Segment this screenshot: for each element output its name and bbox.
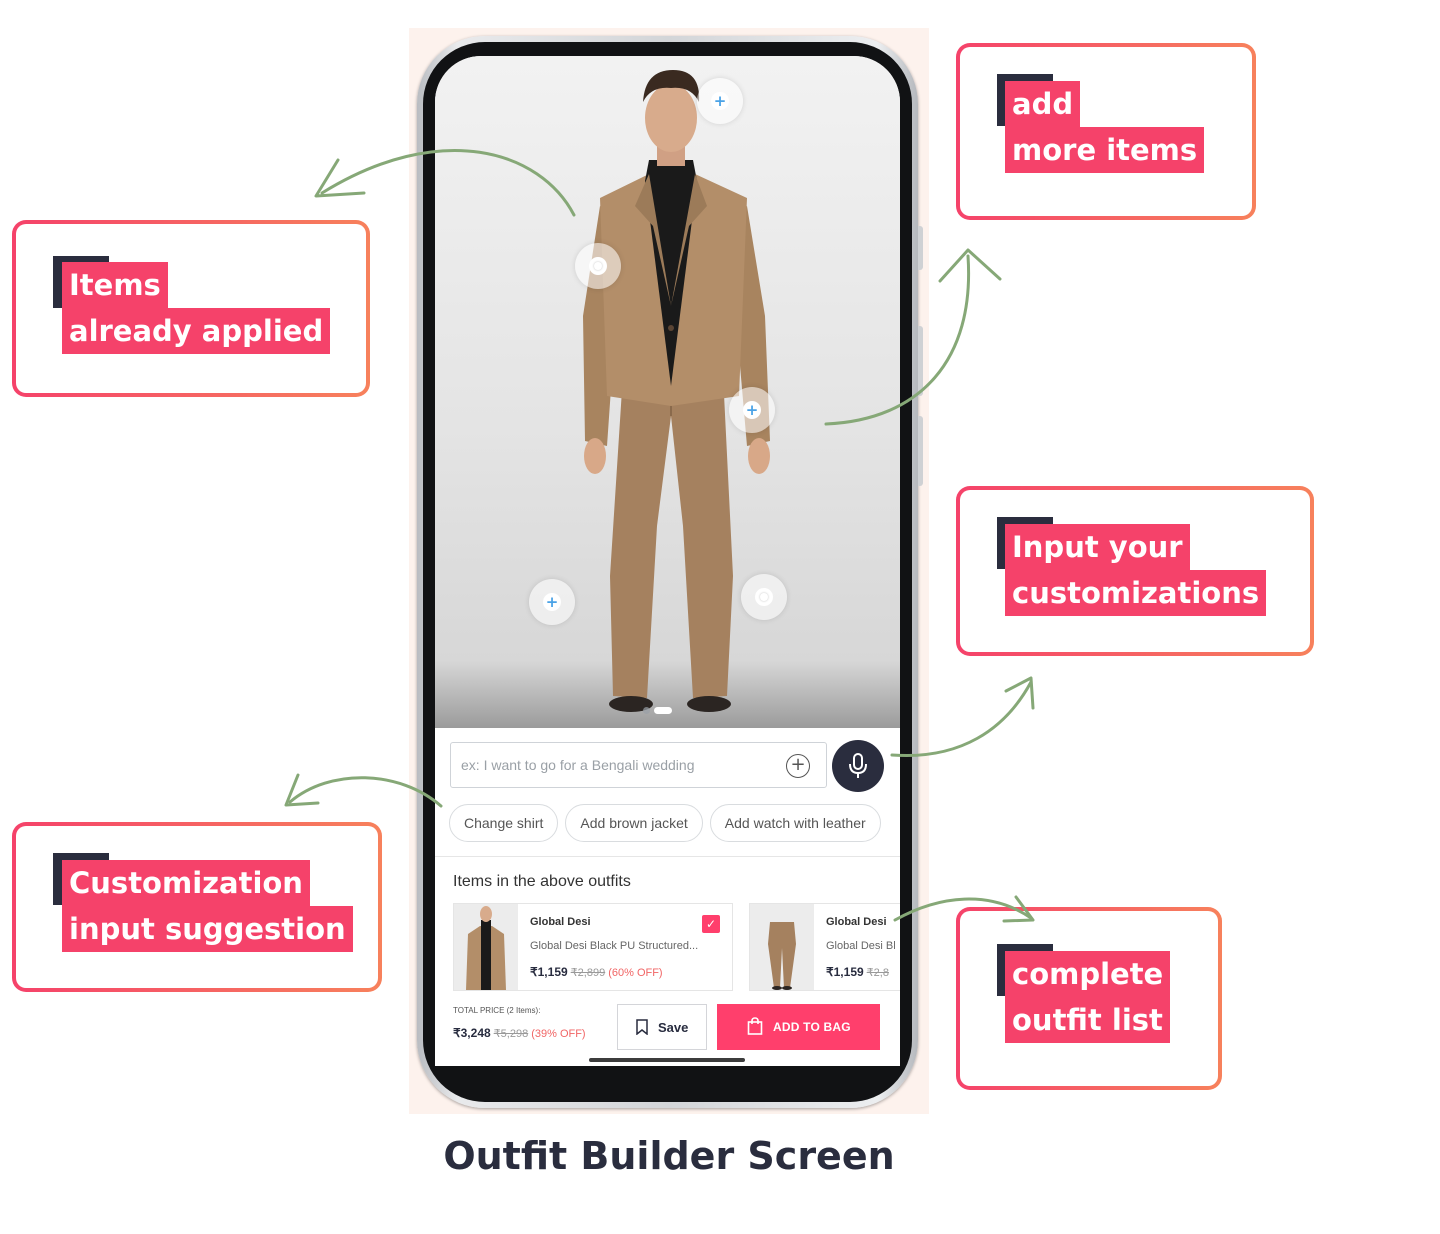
section-divider <box>435 856 900 857</box>
customization-input[interactable] <box>461 751 781 779</box>
callout-add-more: add more items <box>956 43 1256 220</box>
save-button[interactable]: Save <box>617 1004 707 1050</box>
home-indicator[interactable] <box>589 1058 745 1062</box>
add-item-hotspot[interactable]: + <box>697 78 743 124</box>
outfit-photo[interactable]: + + + <box>435 56 900 728</box>
add-item-hotspot[interactable]: + <box>529 579 575 625</box>
plus-icon: + <box>543 593 561 611</box>
callout-items-applied: Items already applied <box>12 220 370 397</box>
product-card[interactable]: Global Desi Global Desi Black PU Structu… <box>453 903 733 991</box>
phone-side-button <box>918 226 923 270</box>
product-price: ₹1,159 ₹2,899 (60% OFF) <box>530 965 663 979</box>
add-item-hotspot[interactable]: + <box>729 387 775 433</box>
applied-item-hotspot[interactable] <box>741 574 787 620</box>
plus-icon: + <box>711 92 729 110</box>
add-to-bag-button[interactable]: ADD TO BAG <box>717 1004 880 1050</box>
applied-item-hotspot[interactable] <box>575 243 621 289</box>
model-illustration <box>583 70 770 712</box>
product-price: ₹1,159 ₹2,8 <box>826 965 889 979</box>
total-price: ₹3,248 ₹5,298 (39% OFF) <box>453 1026 586 1040</box>
microphone-icon <box>849 753 867 778</box>
customization-input-box[interactable]: + <box>450 742 827 788</box>
carousel-pager[interactable] <box>643 707 672 714</box>
product-brand: Global Desi <box>826 916 887 928</box>
dot-icon <box>589 257 607 275</box>
callout-input-custom: Input your customizations <box>956 486 1314 656</box>
checkbox-checked[interactable]: ✓ <box>702 915 720 933</box>
plus-icon: + <box>743 401 761 419</box>
callout-text: Customization <box>62 860 310 906</box>
microphone-button[interactable] <box>832 740 884 792</box>
plus-circle-icon[interactable]: + <box>786 754 810 778</box>
product-name: Global Desi Black PU Structured... <box>530 940 699 952</box>
callout-text: add <box>1005 81 1081 127</box>
callout-text: already applied <box>62 308 331 354</box>
callout-text: input suggestion <box>62 906 353 952</box>
pager-dot-active[interactable] <box>654 707 672 714</box>
phone-volume-down <box>918 416 923 486</box>
callout-suggestion: Customization input suggestion <box>12 822 382 992</box>
bookmark-icon <box>636 1019 648 1035</box>
callout-text: Items <box>62 262 168 308</box>
callout-text: complete <box>1005 951 1171 997</box>
product-brand: Global Desi <box>530 916 591 928</box>
suggestion-chips: Change shirt Add brown jacket Add watch … <box>449 804 881 842</box>
callout-text: customizations <box>1005 570 1267 616</box>
callout-text: outfit list <box>1005 997 1170 1043</box>
callout-outfit-list: complete outfit list <box>956 907 1222 1090</box>
product-thumbnail <box>454 904 518 990</box>
items-section-title: Items in the above outfits <box>453 873 631 890</box>
total-price-label: TOTAL PRICE (2 Items): <box>453 1006 541 1015</box>
app-screen: + + + + Change shirt Add brown <box>435 56 900 1070</box>
callout-text: Input your <box>1005 524 1190 570</box>
suggestion-chip[interactable]: Change shirt <box>449 804 559 842</box>
phone-volume-up <box>918 326 923 396</box>
pager-dot[interactable] <box>643 707 650 714</box>
callout-text: more items <box>1005 127 1205 173</box>
product-card[interactable]: Global Desi Global Desi Bl ₹1,159 ₹2,8 <box>749 903 900 991</box>
suggestion-chip[interactable]: Add brown jacket <box>565 804 703 842</box>
screen-title: Outfit Builder Screen <box>443 1134 895 1178</box>
product-thumbnail <box>750 904 814 990</box>
suggestion-chip[interactable]: Add watch with leather <box>709 804 881 842</box>
product-name: Global Desi Bl <box>826 940 896 952</box>
dot-icon <box>755 588 773 606</box>
bag-icon <box>747 1017 763 1035</box>
